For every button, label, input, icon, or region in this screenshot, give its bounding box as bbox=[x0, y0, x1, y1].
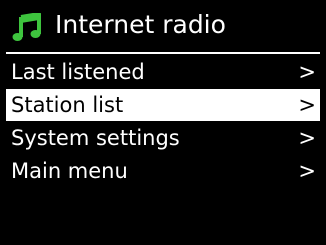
chevron-right-icon: > bbox=[298, 159, 316, 183]
music-note-icon bbox=[12, 13, 41, 41]
menu-item-main-menu[interactable]: Main menu > bbox=[6, 155, 320, 187]
chevron-right-icon: > bbox=[298, 60, 316, 84]
chevron-right-icon: > bbox=[298, 126, 316, 150]
menu-item-system-settings[interactable]: System settings > bbox=[6, 122, 320, 154]
menu-item-last-listened[interactable]: Last listened > bbox=[6, 56, 320, 88]
chevron-right-icon: > bbox=[298, 93, 316, 117]
menu-item-label: System settings bbox=[11, 126, 180, 150]
title-divider bbox=[6, 52, 320, 54]
radio-display: Internet radio Last listened > Station l… bbox=[0, 0, 326, 245]
menu-item-label: Main menu bbox=[11, 159, 128, 183]
page-title: Internet radio bbox=[55, 10, 226, 39]
title-bar: Internet radio bbox=[0, 0, 326, 48]
menu-item-station-list[interactable]: Station list > bbox=[6, 89, 320, 121]
menu-item-label: Last listened bbox=[11, 60, 145, 84]
menu-item-label: Station list bbox=[11, 93, 124, 117]
